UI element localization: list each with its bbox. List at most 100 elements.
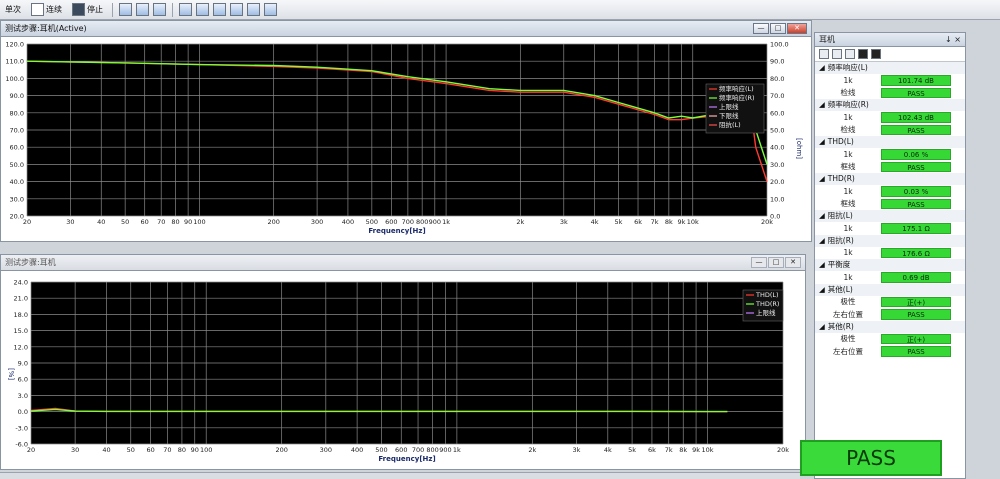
minimize-button[interactable]: —: [751, 257, 767, 268]
result-group-header[interactable]: ◢ 平衡度: [815, 259, 965, 271]
close-button[interactable]: ✕: [785, 257, 801, 268]
result-value: 正(+): [881, 333, 951, 344]
y-tick-label: 60.0: [10, 144, 24, 152]
result-label: 左右位置: [833, 346, 863, 356]
stop-button[interactable]: 停止: [69, 2, 106, 18]
result-group-header[interactable]: ◢ THD(L): [815, 136, 965, 148]
result-group-name: 平衡度: [827, 260, 851, 269]
result-group-header[interactable]: ◢ 阻抗(L): [815, 210, 965, 222]
result-group-header[interactable]: ◢ 频率响应(L): [815, 62, 965, 74]
legend-entry: 阻抗(L): [719, 120, 741, 129]
x-tick-label: 800: [416, 218, 428, 226]
dropdown-icon[interactable]: [858, 49, 868, 59]
frequency-response-chart[interactable]: 20 30 40 50 60 70 80 90 100 200 300 400 500 600 700 800…: [1, 38, 811, 242]
expand-arrow-icon[interactable]: ◢: [819, 173, 825, 185]
result-label: 1k: [843, 223, 853, 233]
x-tick-label: 2k: [528, 446, 536, 454]
expand-arrow-icon[interactable]: ◢: [819, 235, 825, 247]
result-row: 1k 102.43 dB: [815, 111, 965, 124]
frequency-response-window: 测试步骤:耳机(Active) — □ ✕ 20 30 40 50 60 70 80 90 10…: [0, 20, 812, 242]
legend-entry: 上限线: [756, 308, 776, 317]
x-tick-label: 30: [66, 218, 74, 226]
x-tick-label: 7k: [665, 446, 673, 454]
result-label: 检线: [840, 125, 856, 135]
panel2-title: 测试步骤:耳机: [5, 258, 56, 267]
minimize-button[interactable]: —: [753, 23, 769, 34]
expand-icon[interactable]: [819, 49, 829, 59]
copy-icon[interactable]: [119, 3, 132, 16]
result-value: PASS: [881, 124, 951, 135]
expand-arrow-icon[interactable]: ◢: [819, 99, 825, 111]
x-tick-label: 1k: [453, 446, 461, 454]
expand-arrow-icon[interactable]: ◢: [819, 259, 825, 271]
overall-result: PASS: [800, 440, 942, 476]
x-tick-label: 10k: [702, 446, 714, 454]
export-icon[interactable]: [213, 3, 226, 16]
expand-arrow-icon[interactable]: ◢: [819, 321, 825, 333]
y-tick-label: -3.0: [15, 424, 28, 432]
expand-arrow-icon[interactable]: ◢: [819, 136, 825, 148]
result-group-header[interactable]: ◢ THD(R): [815, 173, 965, 185]
result-group-name: THD(L): [827, 137, 854, 146]
result-row: 1k 0.03 %: [815, 185, 965, 198]
result-group-name: 其他(L): [827, 284, 853, 294]
y2-axis-label: [ohm]: [795, 138, 803, 159]
result-group-header[interactable]: ◢ 阻抗(R): [815, 234, 965, 247]
add-chart-icon[interactable]: [230, 3, 243, 16]
x-tick-label: 5k: [615, 218, 623, 226]
result-value: 正(+): [881, 296, 951, 307]
continuous-run-button[interactable]: 连续: [28, 2, 65, 18]
y-tick-label: 24.0: [14, 279, 28, 287]
thd-chart[interactable]: 20 30 40 50 60 70 80 90 100 200 300 400 500 600 700 800…: [1, 272, 805, 470]
stop-icon: [72, 3, 85, 16]
save-icon[interactable]: [196, 3, 209, 16]
result-group-header[interactable]: ◢ 其他(R): [815, 320, 965, 333]
result-group-name: 阻抗(L): [827, 211, 853, 220]
layout-horizontal-icon[interactable]: [247, 3, 260, 16]
minus-icon[interactable]: [871, 49, 881, 59]
layout-vertical-icon[interactable]: [264, 3, 277, 16]
x-axis-label: Frequency[Hz]: [378, 455, 435, 463]
y-tick-label: 18.0: [14, 311, 28, 319]
y2-tick-label: 20.0: [770, 178, 784, 186]
open-folder-icon[interactable]: [179, 3, 192, 16]
y2-tick-label: 0.0: [770, 213, 780, 221]
expand-arrow-icon[interactable]: ◢: [819, 210, 825, 222]
x-tick-label: 70: [163, 446, 171, 454]
result-value: PASS: [881, 161, 951, 172]
delete-icon[interactable]: [845, 49, 855, 59]
result-value: 0.03 %: [881, 186, 951, 197]
chart-icon[interactable]: [136, 3, 149, 16]
result-row: 1k 101.74 dB: [815, 74, 965, 87]
panel1-title: 测试步骤:耳机(Active): [5, 24, 87, 33]
x-tick-label: 4k: [604, 446, 612, 454]
legend-entry: 频率响应(R): [719, 93, 755, 102]
pin-icon[interactable]: ↓ ×: [945, 33, 961, 47]
x-tick-label: 200: [267, 218, 279, 226]
x-tick-label: 90: [184, 218, 192, 226]
x-tick-label: 9k: [678, 218, 686, 226]
x-tick-label: 50: [121, 218, 129, 226]
x-tick-label: 5k: [628, 446, 636, 454]
x-tick-label: 700: [402, 218, 414, 226]
report-icon[interactable]: [153, 3, 166, 16]
x-tick-label: 20: [27, 446, 35, 454]
legend-entry: 频率响应(L): [719, 84, 754, 93]
collapse-icon[interactable]: [832, 49, 842, 59]
expand-arrow-icon[interactable]: ◢: [819, 284, 825, 296]
y2-tick-label: 10.0: [770, 195, 784, 203]
x-tick-label: 50: [127, 446, 135, 454]
x-tick-label: 600: [385, 218, 397, 226]
close-button[interactable]: ✕: [787, 23, 807, 34]
x-tick-label: 100: [193, 218, 205, 226]
x-tick-label: 20k: [777, 446, 789, 454]
y-tick-label: 50.0: [10, 161, 24, 169]
y-tick-label: 80.0: [10, 109, 24, 117]
single-run-button[interactable]: 单次: [2, 2, 24, 18]
maximize-button[interactable]: □: [768, 257, 784, 268]
result-group-header[interactable]: ◢ 其他(L): [815, 283, 965, 296]
x-tick-label: 10k: [687, 218, 699, 226]
maximize-button[interactable]: □: [770, 23, 786, 34]
result-group-header[interactable]: ◢ 频率响应(R): [815, 99, 965, 111]
expand-arrow-icon[interactable]: ◢: [819, 62, 825, 74]
